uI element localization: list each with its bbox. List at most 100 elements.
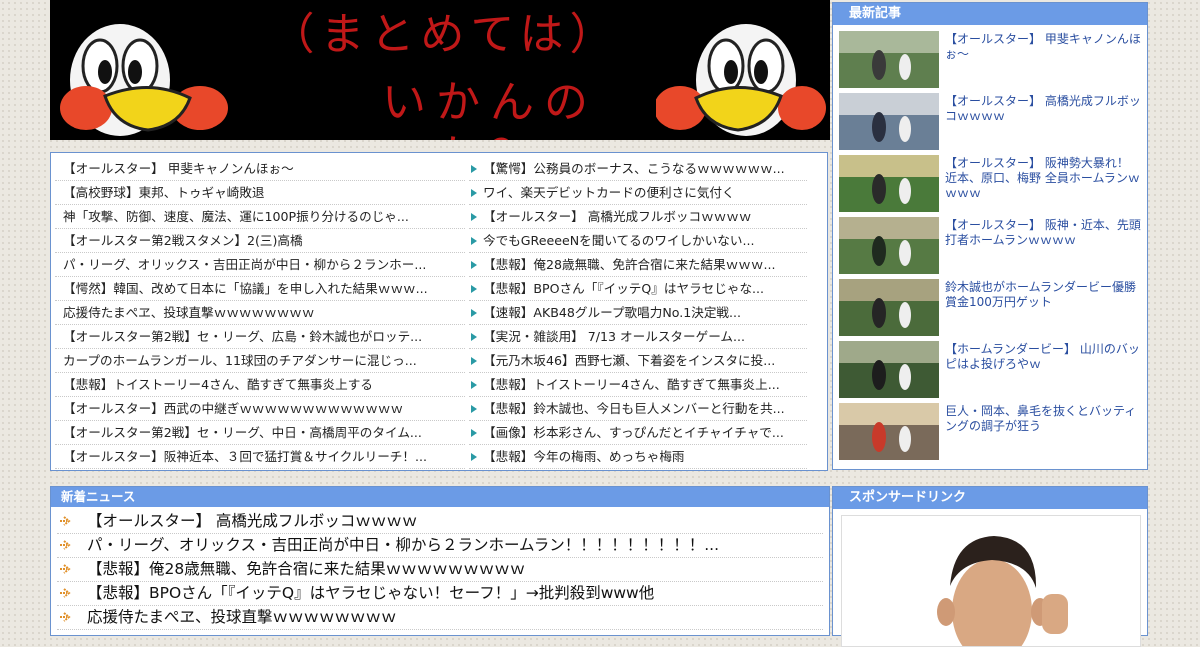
ad-person-image <box>842 516 1140 646</box>
arrow-bullet-icon <box>60 540 71 550</box>
triangle-bullet-icon <box>471 405 477 413</box>
banner-title: （まとめては） <box>270 9 620 60</box>
article-thumbnail[interactable] <box>839 403 939 460</box>
latest-article-item[interactable]: 【ホームランダービー】 山川のバッピはよ投げろやｗ <box>837 339 1147 401</box>
link-item[interactable]: 【高校野球】東邦、トゥギャ崎敗退 <box>55 181 465 205</box>
triangle-bullet-icon <box>471 285 477 293</box>
news-title: パ・リーグ、オリックス・吉田正尚が中日・柳から２ランホームラン！！！！！！！！！… <box>87 536 719 554</box>
latest-article-item[interactable]: 鈴木誠也がホームランダービー優勝 賞金100万円ゲット <box>837 277 1148 339</box>
links-right-column: 【驚愕】公務員のボーナス、こうなるｗｗｗｗｗｗ... ワイ、楽天デビットカードの便… <box>469 157 807 469</box>
related-links-box: 【オールスター】 甲斐キャノンんほぉ～ 【高校野球】東邦、トゥギャ崎敗退 神「攻撃、… <box>50 152 828 471</box>
link-item[interactable]: 【悲報】俺28歳無職、免許合宿に来た結果ｗｗｗ... <box>469 253 807 277</box>
link-item[interactable]: 【愕然】韓国、改めて日本に「協議」を申し入れた結果ｗｗｗ... <box>55 277 465 301</box>
link-text: 【悲報】俺28歳無職、免許合宿に来た結果ｗｗｗ... <box>483 257 776 272</box>
news-item[interactable]: パ・リーグ、オリックス・吉田正尚が中日・柳から２ランホームラン！！！！！！！！！… <box>57 534 823 558</box>
link-item[interactable]: パ・リーグ、オリックス・吉田正尚が中日・柳から２ランホー... <box>55 253 465 277</box>
article-thumbnail[interactable] <box>839 279 939 336</box>
link-item[interactable]: カープのホームランガール、11球団のチアダンサーに混じっ... <box>55 349 465 373</box>
latest-articles-list: 【オールスター】 甲斐キャノンんほぉ～ 【オールスター】 高橋光成フルボッコｗｗｗ… <box>837 29 1148 463</box>
latest-article-item[interactable]: 巨人・岡本、鼻毛を抜くとバッティングの調子が狂う <box>837 401 1147 463</box>
article-title-link[interactable]: 【オールスター】 阪神・近本、先頭打者ホームランｗｗｗｗ <box>945 218 1143 248</box>
link-text: 【速報】AKB48グループ歌唱力No.1決定戦... <box>483 305 742 320</box>
article-thumbnail[interactable] <box>839 155 939 212</box>
link-item[interactable]: 【実況・雑談用】 7/13 オールスターゲーム... <box>469 325 807 349</box>
latest-article-item[interactable]: 【オールスター】 阪神・近本、先頭打者ホームランｗｗｗｗ <box>837 215 1147 277</box>
link-text: 【悲報】鈴木誠也、今日も巨人メンバーと行動を共... <box>483 401 785 416</box>
triangle-bullet-icon <box>471 165 477 173</box>
triangle-bullet-icon <box>471 381 477 389</box>
link-item[interactable]: 【元乃木坂46】西野七瀬、下着姿をインスタに投... <box>469 349 807 373</box>
new-news-box: 新着ニュース 【オールスター】 高橋光成フルボッコｗｗｗｗ パ・リーグ、オリックス… <box>50 486 830 636</box>
link-item[interactable]: 【オールスター第2戦】セ・リーグ、広島・鈴木誠也がロッテ... <box>55 325 465 349</box>
ad-banner[interactable]: 広告 ⓘ ✕ <box>841 515 1141 647</box>
triangle-bullet-icon <box>471 213 477 221</box>
arrow-bullet-icon <box>60 588 71 598</box>
article-title-link[interactable]: 【オールスター】 高橋光成フルボッコｗｗｗｗ <box>945 94 1143 124</box>
link-item[interactable]: 【オールスター】西武の中継ぎｗｗｗｗｗｗｗｗｗｗｗｗｗ <box>55 397 465 421</box>
news-item[interactable]: 応援侍たまぺヱ、投球直撃ｗｗｗｗｗｗｗｗ <box>57 606 823 630</box>
link-item[interactable]: 【速報】AKB48グループ歌唱力No.1決定戦... <box>469 301 807 325</box>
link-item[interactable]: 神「攻撃、防御、速度、魔法、運に100P振り分けるのじゃ... <box>55 205 465 229</box>
news-title: 【オールスター】 高橋光成フルボッコｗｗｗｗ <box>87 512 418 530</box>
new-news-list: 【オールスター】 高橋光成フルボッコｗｗｗｗ パ・リーグ、オリックス・吉田正尚が中… <box>51 507 829 630</box>
article-thumbnail[interactable] <box>839 341 939 398</box>
article-title-link[interactable]: 【オールスター】 阪神勢大暴れ！ 近本、原口、梅野 全員ホームランｗｗｗｗ <box>945 156 1143 201</box>
link-item[interactable]: 【オールスター第2戦スタメン】2(三)高橋 <box>55 229 465 253</box>
latest-articles-heading: 最新記事 <box>833 3 1147 25</box>
news-item[interactable]: 【オールスター】 高橋光成フルボッコｗｗｗｗ <box>57 510 823 534</box>
arrow-bullet-icon <box>60 516 71 526</box>
triangle-bullet-icon <box>471 189 477 197</box>
news-item[interactable]: 【悲報】俺28歳無職、免許合宿に来た結果ｗｗｗｗｗｗｗｗｗ <box>57 558 823 582</box>
article-thumbnail[interactable] <box>839 93 939 150</box>
link-item[interactable]: 応援侍たまぺヱ、投球直撃ｗｗｗｗｗｗｗｗ <box>55 301 465 325</box>
article-title-link[interactable]: 【オールスター】 甲斐キャノンんほぉ～ <box>945 32 1143 62</box>
article-thumbnail[interactable] <box>839 217 939 274</box>
new-news-heading: 新着ニュース <box>51 487 829 507</box>
article-thumbnail[interactable] <box>839 31 939 88</box>
link-text: 【オールスター】 高橋光成フルボッコｗｗｗｗ <box>483 209 752 224</box>
link-item[interactable]: 【悲報】BPOさん「『イッテQ』はヤラセじゃな... <box>469 277 807 301</box>
link-text: 【驚愕】公務員のボーナス、こうなるｗｗｗｗｗｗ... <box>483 161 785 176</box>
article-title-link[interactable]: 鈴木誠也がホームランダービー優勝 賞金100万円ゲット <box>945 280 1148 310</box>
triangle-bullet-icon <box>471 309 477 317</box>
link-item[interactable]: 【オールスター】阪神近本、３回で猛打賞＆サイクルリーチ！... <box>55 445 465 469</box>
news-title: 応援侍たまぺヱ、投球直撃ｗｗｗｗｗｗｗｗ <box>87 608 397 626</box>
latest-article-item[interactable]: 【オールスター】 甲斐キャノンんほぉ～ <box>837 29 1147 91</box>
link-item[interactable]: 【オールスター第2戦】セ・リーグ、中日・高橋周平のタイム... <box>55 421 465 445</box>
latest-articles-box: 最新記事 【オールスター】 甲斐キャノンんほぉ～ 【オールスター】 高橋光成フルボ… <box>832 2 1148 470</box>
sponsor-heading: スポンサードリンク <box>833 487 1147 509</box>
article-title-link[interactable]: 巨人・岡本、鼻毛を抜くとバッティングの調子が狂う <box>945 404 1143 434</box>
latest-article-item[interactable]: 【オールスター】 高橋光成フルボッコｗｗｗｗ <box>837 91 1147 153</box>
link-text: 今でもGReeeeNを聞いてるのワイしかいない... <box>483 233 755 248</box>
link-item[interactable]: 今でもGReeeeNを聞いてるのワイしかいない... <box>469 229 807 253</box>
link-text: 【画像】杉本彩さん、すっぴんだとイチャイチャで... <box>483 425 784 440</box>
article-title-link[interactable]: 【ホームランダービー】 山川のバッピはよ投げろやｗ <box>945 342 1143 372</box>
link-item[interactable]: 【オールスター】 高橋光成フルボッコｗｗｗｗ <box>469 205 807 229</box>
link-text: 【悲報】今年の梅雨、めっちゃ梅雨 <box>483 449 685 464</box>
link-item[interactable]: 【悲報】トイストーリー4さん、酷すぎて無事炎上する <box>55 373 465 397</box>
penguin-mascot-icon <box>60 24 228 136</box>
link-item[interactable]: 【悲報】鈴木誠也、今日も巨人メンバーと行動を共... <box>469 397 807 421</box>
banner-subtitle: いかんのか？ <box>382 77 598 140</box>
link-text: 【元乃木坂46】西野七瀬、下着姿をインスタに投... <box>483 353 776 368</box>
arrow-bullet-icon <box>60 564 71 574</box>
penguin-mascot-icon <box>656 24 826 136</box>
sponsor-box: スポンサードリンク 広告 ⓘ ✕ <box>832 486 1148 647</box>
link-item[interactable]: 【オールスター】 甲斐キャノンんほぉ～ <box>55 157 465 181</box>
triangle-bullet-icon <box>471 357 477 365</box>
news-title: 【悲報】俺28歳無職、免許合宿に来た結果ｗｗｗｗｗｗｗｗｗ <box>87 560 526 578</box>
link-text: 【悲報】トイストーリー4さん、酷すぎて無事炎上... <box>483 377 780 392</box>
link-item[interactable]: 【画像】杉本彩さん、すっぴんだとイチャイチャで... <box>469 421 807 445</box>
link-item[interactable]: 【驚愕】公務員のボーナス、こうなるｗｗｗｗｗｗ... <box>469 157 807 181</box>
triangle-bullet-icon <box>471 261 477 269</box>
triangle-bullet-icon <box>471 429 477 437</box>
link-item[interactable]: 【悲報】今年の梅雨、めっちゃ梅雨 <box>469 445 807 469</box>
arrow-bullet-icon <box>60 612 71 622</box>
latest-article-item[interactable]: 【オールスター】 阪神勢大暴れ！ 近本、原口、梅野 全員ホームランｗｗｗｗ <box>837 153 1147 215</box>
link-item[interactable]: ワイ、楽天デビットカードの便利さに気付く <box>469 181 807 205</box>
link-item[interactable]: 【悲報】トイストーリー4さん、酷すぎて無事炎上... <box>469 373 807 397</box>
news-title: 【悲報】BPOさん「『イッテQ』はヤラセじゃない！セーフ！」→批判殺到www他 <box>87 584 655 602</box>
news-item[interactable]: 【悲報】BPOさん「『イッテQ』はヤラセじゃない！セーフ！」→批判殺到www他 <box>57 582 823 606</box>
link-text: ワイ、楽天デビットカードの便利さに気付く <box>483 185 735 200</box>
site-banner[interactable]: （まとめては） いかんのか？ <box>50 0 830 140</box>
